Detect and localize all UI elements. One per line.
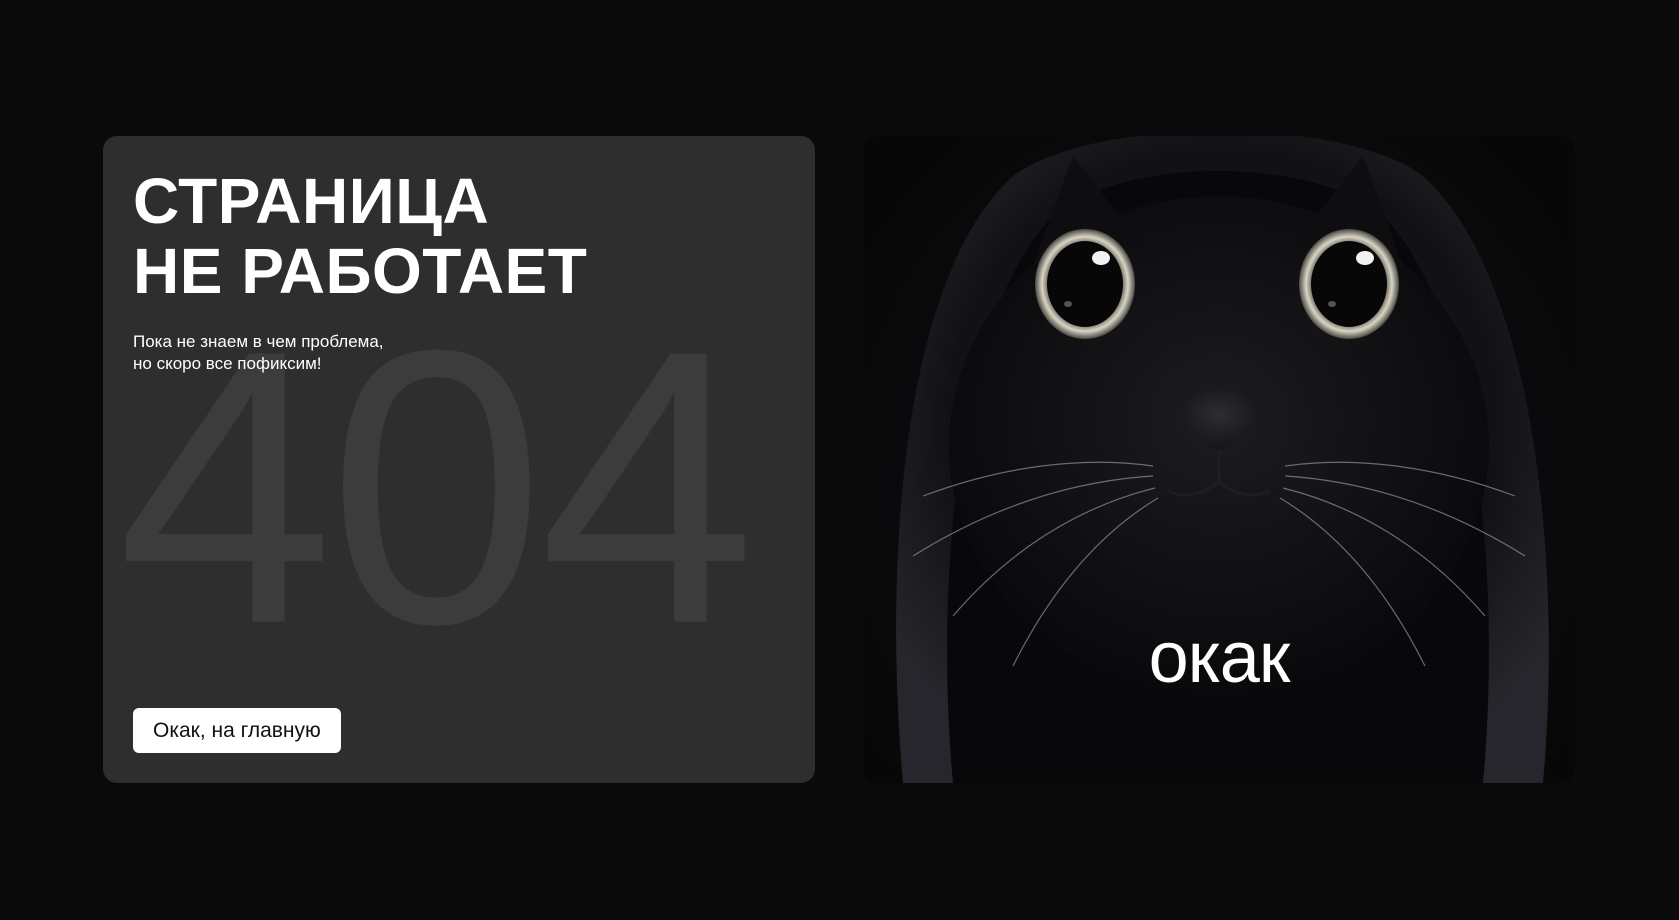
error-page: 404 СТРАНИЦА НЕ РАБОТАЕТ Пока не знаем в… <box>0 0 1679 920</box>
page-title-line-1: СТРАНИЦА <box>133 165 490 237</box>
error-description: Пока не знаем в чем проблема, но скоро в… <box>133 331 384 375</box>
go-home-button[interactable]: Окак, на главную <box>133 708 341 753</box>
page-title: СТРАНИЦА НЕ РАБОТАЕТ <box>133 166 587 306</box>
left-eye <box>1035 229 1135 339</box>
page-title-line-2: НЕ РАБОТАЕТ <box>133 235 588 307</box>
error-description-line-1: Пока не знаем в чем проблема, <box>133 332 384 351</box>
image-caption: окак <box>1148 618 1291 698</box>
cat-image-card: окак <box>863 136 1575 783</box>
error-card: 404 СТРАНИЦА НЕ РАБОТАЕТ Пока не знаем в… <box>103 136 815 783</box>
error-description-line-2: но скоро все пофиксим! <box>133 354 322 373</box>
right-eye <box>1299 229 1399 339</box>
